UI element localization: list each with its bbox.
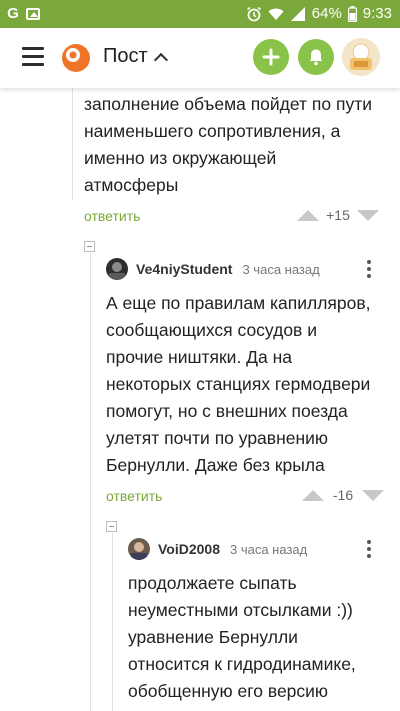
comment-line: улетят почти по уравнению: [106, 428, 329, 448]
author-name[interactable]: VoiD2008: [158, 541, 220, 557]
reply-link[interactable]: ответить: [84, 208, 140, 224]
user-avatar-image: [128, 538, 150, 560]
gallery-icon: [26, 7, 40, 20]
google-icon: G: [7, 5, 19, 22]
comment-line: относится к гидродинамике,: [128, 654, 356, 674]
more-options-icon[interactable]: [364, 539, 374, 559]
wifi-icon: [268, 8, 284, 20]
comment-line: заполнение объема пойдет по пути: [84, 94, 373, 114]
thread-line: [90, 253, 91, 711]
comment-line: некоторых станциях гермодвери: [106, 374, 371, 394]
comment-line: наименьшего сопротивления, а: [84, 121, 341, 141]
comment-rating: +15: [297, 207, 379, 223]
user-avatar-image: [106, 258, 128, 280]
add-post-button[interactable]: [253, 39, 289, 75]
comment-line: продолжаете сыпать: [128, 573, 297, 593]
author-name[interactable]: Ve4niyStudent: [136, 261, 232, 277]
thread-line: [72, 88, 73, 200]
comment-rating: -16: [302, 487, 384, 503]
comment-line: обобщенную его версию: [128, 681, 329, 701]
avatar-image: [342, 38, 380, 76]
comment-line: помогут, но с внешних поезда: [106, 401, 348, 421]
pikabu-logo[interactable]: [60, 41, 92, 73]
comment-header: Ve4niyStudent 3 часа назад: [106, 258, 320, 280]
collapse-thread-button[interactable]: [84, 241, 95, 252]
notifications-button[interactable]: [298, 39, 334, 75]
signal-icon: [290, 6, 305, 21]
page-title: Пост: [103, 45, 148, 67]
chevron-up-icon: [153, 52, 168, 67]
downvote-icon[interactable]: [357, 209, 379, 221]
avatar[interactable]: [106, 258, 128, 280]
status-time: 9:33: [362, 5, 392, 22]
downvote-icon[interactable]: [362, 489, 384, 501]
rating-value: +15: [326, 207, 350, 223]
app-bar: Пост: [0, 28, 400, 88]
post-page: G 64% 9:33 Пост заполнение объема пойдет…: [0, 0, 400, 711]
comment-header: VoiD2008 3 часа назад: [128, 538, 307, 560]
comment-line: Бернулли. Даже без крыла: [106, 455, 325, 475]
comment-line: уравнение Бернулли: [128, 627, 298, 647]
comment-line: сообщающихся сосудов и: [106, 320, 317, 340]
bell-icon: [309, 49, 323, 66]
reply-link[interactable]: ответить: [106, 488, 162, 504]
comment-line: прочие ништяки. Да на: [106, 347, 293, 367]
plus-icon: [262, 48, 280, 66]
comment-line: А еще по правилам капилляров,: [106, 293, 371, 313]
comment-time: 3 часа назад: [230, 541, 308, 557]
menu-icon[interactable]: [22, 46, 44, 66]
battery-percent: 64%: [311, 5, 342, 22]
post-title-dropdown[interactable]: Пост: [103, 45, 168, 68]
collapse-thread-button[interactable]: [106, 521, 117, 532]
rating-value: -16: [332, 487, 354, 503]
avatar[interactable]: [128, 538, 150, 560]
profile-avatar[interactable]: [342, 38, 380, 76]
comment-line: именно из окружающей: [84, 148, 277, 168]
more-options-icon[interactable]: [364, 259, 374, 279]
upvote-icon[interactable]: [302, 489, 324, 501]
comment-body: продолжаете сыпать неуместными отсылками…: [128, 570, 356, 705]
comment-line: неуместными отсылками :)): [128, 600, 353, 620]
comment-line: атмосферы: [84, 175, 179, 195]
status-bar: G 64% 9:33: [0, 0, 400, 28]
upvote-icon[interactable]: [297, 209, 319, 221]
comment-body: заполнение объема пойдет по пути наимень…: [84, 91, 372, 199]
battery-icon: [347, 5, 357, 22]
comment-time: 3 часа назад: [242, 261, 320, 277]
thread-line: [112, 533, 113, 711]
alarm-icon: [246, 6, 261, 21]
comment-body: А еще по правилам капилляров, сообщающих…: [106, 290, 371, 479]
